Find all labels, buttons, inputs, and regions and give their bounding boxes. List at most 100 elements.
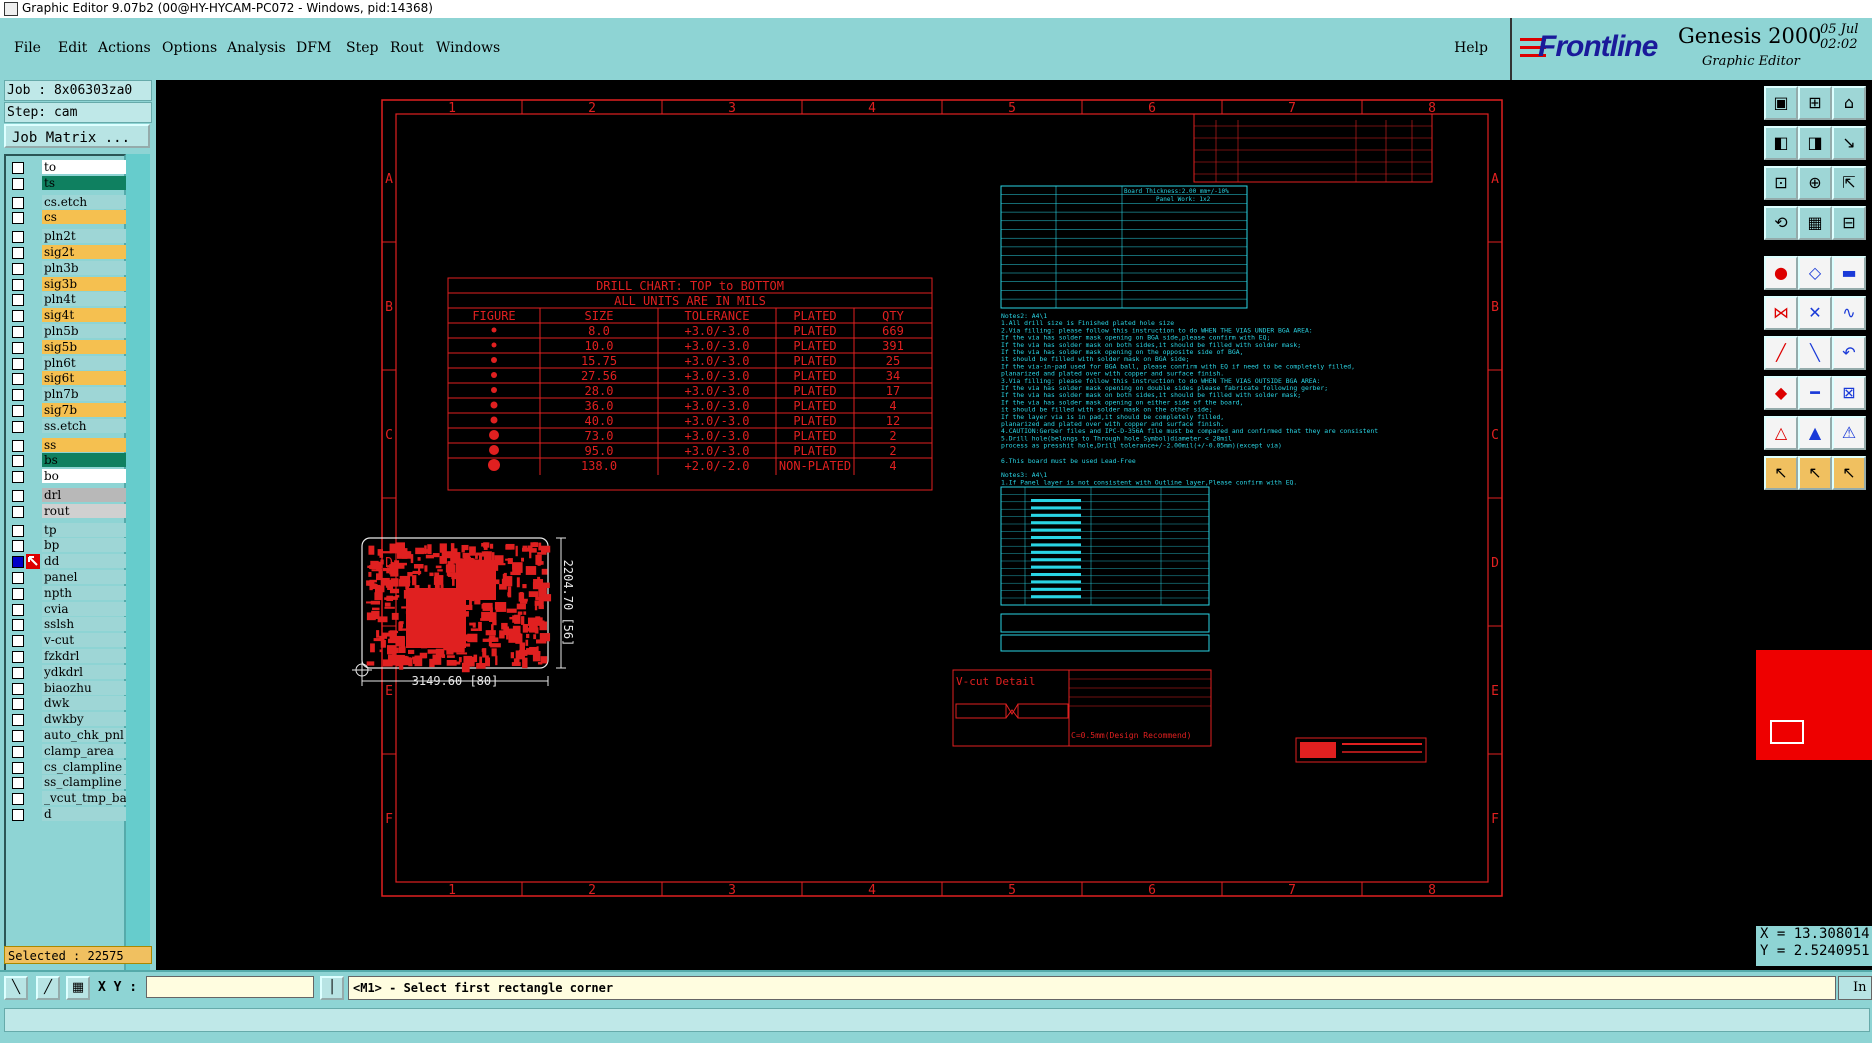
- menu-file[interactable]: File: [14, 40, 41, 56]
- triangle-c-icon[interactable]: ⚠: [1832, 416, 1866, 450]
- zoom-home-icon[interactable]: ▣: [1764, 86, 1798, 120]
- layer-row-ts[interactable]: ts: [8, 175, 128, 191]
- layer-row-pln2t[interactable]: pln2t: [8, 229, 128, 244]
- layer-name[interactable]: ss_clampline: [42, 775, 128, 790]
- layer-checkbox[interactable]: [12, 793, 24, 806]
- select-pad-icon[interactable]: ◆: [1764, 376, 1798, 410]
- connect-icon[interactable]: ⋈: [1764, 296, 1798, 330]
- select-line-icon[interactable]: ━: [1798, 376, 1832, 410]
- layer-row-sslsh[interactable]: sslsh: [8, 617, 128, 632]
- layer-name[interactable]: pln5b: [42, 324, 128, 338]
- highlight-icon[interactable]: ↖: [1832, 456, 1866, 490]
- redraw-icon[interactable]: ⟲: [1764, 206, 1798, 240]
- layer-checkbox[interactable]: [12, 587, 24, 600]
- layer-name[interactable]: rout: [42, 503, 128, 518]
- layer-row-cs-clampline[interactable]: cs_clampline: [8, 759, 128, 775]
- layer-name[interactable]: to: [42, 160, 128, 174]
- grid-toggle-icon[interactable]: ▦: [1798, 206, 1832, 240]
- move-feature-icon[interactable]: ◇: [1798, 256, 1832, 290]
- layer-checkbox[interactable]: [12, 490, 24, 502]
- layer-checkbox[interactable]: [12, 619, 24, 632]
- layer-checkbox[interactable]: [12, 572, 24, 584]
- layer-name[interactable]: tp: [42, 522, 128, 537]
- grid-icon[interactable]: ▦: [66, 976, 90, 1000]
- layer-name[interactable]: pln3b: [42, 260, 128, 275]
- layer-checkbox[interactable]: [12, 505, 24, 518]
- menu-analysis[interactable]: Analysis: [227, 40, 286, 56]
- layer-checkbox[interactable]: [12, 294, 24, 307]
- layer-list-scrollbar[interactable]: [126, 154, 150, 994]
- layer-checkbox[interactable]: [12, 212, 24, 225]
- layer-name[interactable]: pln2t: [42, 229, 128, 244]
- xy-input[interactable]: [146, 976, 314, 998]
- triangle-a-icon[interactable]: △: [1764, 416, 1798, 450]
- layer-name[interactable]: ydkdrl: [42, 664, 128, 679]
- layer-checkbox[interactable]: [12, 809, 24, 821]
- layer-checkbox[interactable]: [12, 389, 24, 402]
- layer-checkbox[interactable]: [12, 455, 24, 468]
- layer-checkbox[interactable]: [12, 420, 24, 433]
- layer-name[interactable]: ts: [42, 175, 128, 190]
- layer-row-v-cut[interactable]: v-cut: [8, 633, 128, 648]
- menu-windows[interactable]: Windows: [436, 40, 500, 56]
- layer-checkbox[interactable]: [12, 177, 24, 190]
- break-icon[interactable]: ∿: [1832, 296, 1866, 330]
- layer-checkbox[interactable]: [12, 698, 24, 711]
- layer-row-dwk[interactable]: dwk: [8, 696, 128, 711]
- layer-checkbox[interactable]: [12, 231, 24, 244]
- layer-name[interactable]: panel: [42, 570, 128, 584]
- layer-name[interactable]: sig4t: [42, 308, 128, 323]
- layer-checkbox[interactable]: [12, 635, 24, 648]
- layer-name[interactable]: fzkdrl: [42, 649, 128, 663]
- layer-checkbox[interactable]: [12, 341, 24, 354]
- layer-name[interactable]: pln4t: [42, 292, 128, 307]
- fit-profile-icon[interactable]: ⊡: [1764, 166, 1798, 200]
- layer-checkbox[interactable]: [12, 524, 24, 537]
- triangle-b-icon[interactable]: ▲: [1798, 416, 1832, 450]
- layer-row-bs[interactable]: bs: [8, 453, 128, 468]
- layer-row-sig5b[interactable]: sig5b: [8, 339, 128, 355]
- layer-row-to[interactable]: to: [8, 160, 128, 175]
- layer-name[interactable]: pln6t: [42, 355, 128, 370]
- layer-checkbox[interactable]: [12, 262, 24, 275]
- delete-icon[interactable]: ✕: [1798, 296, 1832, 330]
- layer-name[interactable]: bs: [42, 453, 128, 468]
- layer-row-drl[interactable]: drl: [8, 488, 128, 503]
- in-button[interactable]: In: [1838, 976, 1872, 1000]
- layer-row-vcut-tmp-ba[interactable]: _vcut_tmp_ba: [8, 791, 128, 806]
- menu-edit[interactable]: Edit: [58, 40, 87, 56]
- pan-left-icon[interactable]: ◧: [1764, 126, 1798, 160]
- layer-row-sig7b[interactable]: sig7b: [8, 403, 128, 418]
- layer-name[interactable]: dd: [42, 554, 128, 569]
- layer-row-d[interactable]: d: [8, 807, 128, 822]
- scale-icon[interactable]: ⇱: [1832, 166, 1866, 200]
- layer-row-dwkby[interactable]: dwkby: [8, 712, 128, 727]
- layer-checkbox[interactable]: [12, 714, 24, 727]
- layer-checkbox[interactable]: [12, 540, 24, 553]
- layer-checkbox[interactable]: [12, 278, 24, 291]
- menu-options[interactable]: Options: [162, 40, 217, 56]
- layer-name[interactable]: pln7b: [42, 387, 128, 402]
- layer-row-ss-clampline[interactable]: ss_clampline: [8, 775, 128, 790]
- layer-name[interactable]: _vcut_tmp_ba: [42, 791, 128, 806]
- center-icon[interactable]: ⊕: [1798, 166, 1832, 200]
- layer-row-pln6t[interactable]: pln6t: [8, 355, 128, 371]
- layer-checkbox[interactable]: [12, 247, 24, 259]
- layer-name[interactable]: sig5b: [42, 339, 128, 354]
- layer-name[interactable]: ss: [42, 437, 128, 452]
- layer-name[interactable]: cs_clampline: [42, 759, 128, 774]
- pan-right-icon[interactable]: ◨: [1798, 126, 1832, 160]
- layer-checkbox[interactable]: [12, 777, 24, 790]
- layer-row-ydkdrl[interactable]: ydkdrl: [8, 664, 128, 680]
- layer-checkbox[interactable]: [12, 162, 24, 174]
- layer-checkbox[interactable]: [12, 603, 24, 616]
- layer-row-sig3b[interactable]: sig3b: [8, 276, 128, 292]
- layer-row-sig4t[interactable]: sig4t: [8, 308, 128, 323]
- layer-checkbox[interactable]: [12, 745, 24, 758]
- layer-row-ss[interactable]: ss: [8, 437, 128, 453]
- layer-checkbox[interactable]: [12, 196, 24, 209]
- layer-name[interactable]: d: [42, 807, 128, 821]
- layer-row-fzkdrl[interactable]: fzkdrl: [8, 649, 128, 664]
- layer-checkbox[interactable]: [12, 326, 24, 338]
- menu-dfm[interactable]: DFM: [296, 40, 331, 56]
